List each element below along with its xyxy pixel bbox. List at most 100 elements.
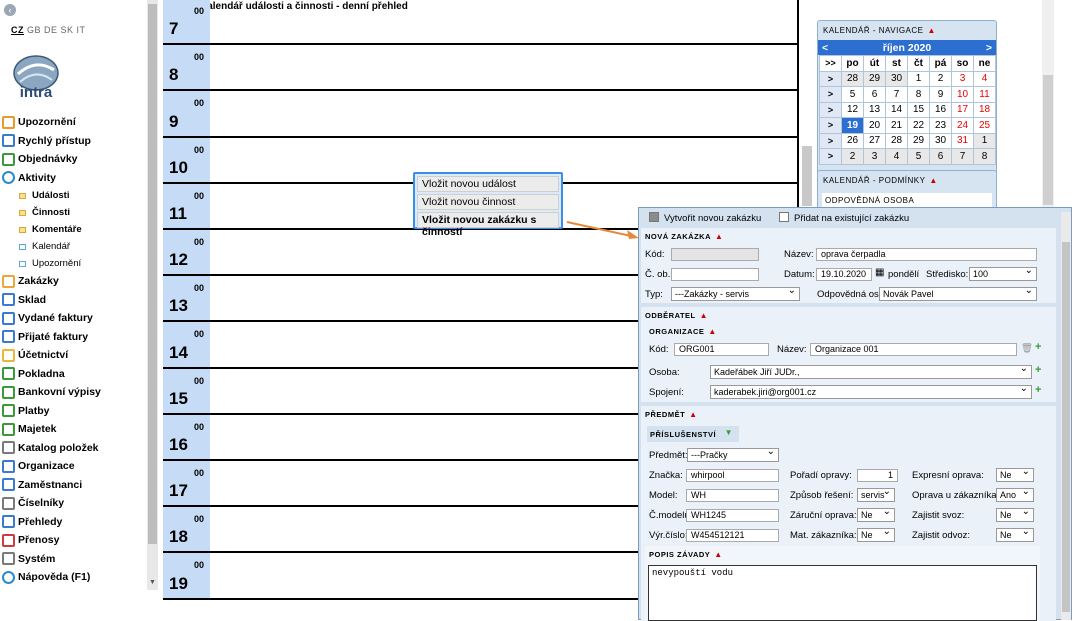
day-cell[interactable]: 22 <box>907 117 930 134</box>
day-view-scrollbar[interactable] <box>802 146 812 206</box>
sidebar-item[interactable]: Přijaté faktury <box>0 328 147 347</box>
zpusob-select[interactable]: servis <box>857 486 895 502</box>
sidebar-item[interactable]: Aktivity <box>0 169 147 188</box>
create-new-checkbox[interactable] <box>649 212 659 223</box>
day-cell[interactable]: 7 <box>951 148 974 165</box>
responsible-person-filter[interactable]: ODPOVĚDNÁ OSOBA <box>822 193 992 207</box>
week-select-button[interactable]: > <box>819 101 842 118</box>
day-cell[interactable]: 30 <box>929 132 952 149</box>
day-cell[interactable]: 15 <box>907 101 930 118</box>
stredisko-select[interactable]: 100 <box>969 265 1037 281</box>
accessories-tab[interactable]: PŘÍSLUŠENSTVÍ ▼ <box>647 426 739 442</box>
kod-input[interactable] <box>671 248 759 261</box>
znacka-input[interactable]: whirpool <box>686 469 779 482</box>
sidebar-item[interactable]: Přehledy <box>0 513 147 532</box>
spojeni-select[interactable]: kaderabek.jiri@org001.cz <box>710 383 1032 399</box>
datum-input[interactable]: 19.10.2020 <box>816 268 872 281</box>
day-cell[interactable]: 10 <box>951 86 974 103</box>
sidebar-item[interactable]: Číselníky <box>0 494 147 513</box>
day-cell[interactable]: 6 <box>929 148 952 165</box>
day-cell[interactable]: 1 <box>973 132 996 149</box>
day-cell[interactable]: 7 <box>885 86 908 103</box>
oprava-zak-select[interactable]: Ano <box>996 486 1034 502</box>
sidebar-scrollbar[interactable]: ▼ <box>147 0 158 590</box>
day-cell[interactable]: 4 <box>885 148 908 165</box>
zarucni-select[interactable]: Ne <box>857 506 895 522</box>
sidebar-item[interactable]: Organizace <box>0 457 147 476</box>
back-icon[interactable]: ‹ <box>4 4 16 16</box>
sidebar-item[interactable]: Objednávky <box>0 150 147 169</box>
day-cell[interactable]: 12 <box>841 101 864 118</box>
sidebar-item[interactable]: Činnosti <box>0 204 147 221</box>
sidebar-item[interactable]: Události <box>0 187 147 204</box>
model-input[interactable]: WH <box>686 489 779 502</box>
sidebar-item[interactable]: Pokladna <box>0 365 147 384</box>
context-menu-item[interactable]: Vložit novou událost <box>417 176 559 192</box>
hour-row[interactable]: 9 00 <box>163 91 799 138</box>
context-menu-item[interactable]: Vložit novou zakázku s činností <box>417 212 559 238</box>
sidebar-item[interactable]: Bankovní výpisy <box>0 383 147 402</box>
org-kod-input[interactable]: ORG001 <box>674 343 769 356</box>
day-cell[interactable]: 8 <box>907 86 930 103</box>
sidebar-item[interactable]: Kalendář <box>0 238 147 255</box>
add-icon[interactable]: + <box>1035 364 1041 376</box>
week-select-button[interactable]: > <box>819 132 842 149</box>
day-cell[interactable]: 1 <box>907 70 930 87</box>
day-cell[interactable]: 5 <box>841 86 864 103</box>
day-cell[interactable]: 13 <box>863 101 886 118</box>
collapse-icon[interactable]: ▲ <box>700 311 708 320</box>
odpovedna-select[interactable]: Novák Pavel <box>879 285 1037 301</box>
sidebar-item[interactable]: Nápověda (F1) <box>0 568 147 587</box>
add-existing-checkbox[interactable] <box>779 212 789 223</box>
day-cell[interactable]: 18 <box>973 101 996 118</box>
week-select-button[interactable]: > <box>819 148 842 165</box>
collapse-icon[interactable]: ▲ <box>715 232 723 241</box>
week-select-button[interactable]: > <box>819 117 842 134</box>
day-cell[interactable]: 24 <box>951 117 974 134</box>
day-cell[interactable]: 9 <box>929 86 952 103</box>
sidebar-item[interactable]: Upozornění <box>0 255 147 272</box>
week-jump[interactable]: >> <box>819 55 842 72</box>
sidebar-item[interactable]: Zakázky <box>0 272 147 291</box>
collapse-icon[interactable]: ▲ <box>708 327 716 336</box>
org-nazev-input[interactable]: Organizace 001 <box>810 343 1017 356</box>
day-cell[interactable]: 27 <box>863 132 886 149</box>
collapse-icon[interactable]: ▲ <box>714 550 722 559</box>
predmet-select[interactable]: ---Pračky <box>687 446 779 462</box>
day-cell[interactable]: 29 <box>863 70 886 87</box>
poradi-input[interactable]: 1 <box>857 469 898 482</box>
day-cell[interactable]: 31 <box>951 132 974 149</box>
sidebar-item[interactable]: Rychlý přístup <box>0 132 147 151</box>
vyrcislo-input[interactable]: W454512121 <box>686 529 779 542</box>
cmodelu-input[interactable]: WH1245 <box>686 509 779 522</box>
collapse-icon[interactable]: ▲ <box>929 176 937 185</box>
day-cell[interactable]: 28 <box>841 70 864 87</box>
sidebar-item[interactable]: Platby <box>0 402 147 421</box>
day-cell[interactable]: 16 <box>929 101 952 118</box>
sidebar-item[interactable]: Přenosy <box>0 531 147 550</box>
day-cell[interactable]: 3 <box>863 148 886 165</box>
hour-row[interactable]: 7 00 <box>163 0 799 46</box>
typ-select[interactable]: ---Zakázky - servis <box>671 285 800 301</box>
cob-input[interactable] <box>671 268 759 281</box>
day-cell[interactable]: 6 <box>863 86 886 103</box>
sidebar-item[interactable]: Sklad <box>0 291 147 310</box>
day-cell[interactable]: 30 <box>885 70 908 87</box>
prev-month-button[interactable]: < <box>822 42 828 54</box>
day-cell[interactable]: 29 <box>907 132 930 149</box>
add-icon[interactable]: + <box>1035 341 1041 353</box>
collapse-icon[interactable]: ▲ <box>927 26 935 35</box>
odvoz-select[interactable]: Ne <box>996 526 1034 542</box>
collapse-icon[interactable]: ▲ <box>689 410 697 419</box>
hour-row[interactable]: 8 00 <box>163 45 799 92</box>
sidebar-item[interactable]: Vydané faktury <box>0 309 147 328</box>
svoz-select[interactable]: Ne <box>996 506 1034 522</box>
day-cell[interactable]: 5 <box>907 148 930 165</box>
week-select-button[interactable]: > <box>819 86 842 103</box>
lang-active[interactable]: CZ <box>11 25 24 35</box>
sidebar-item[interactable]: Systém <box>0 550 147 569</box>
day-cell[interactable]: 4 <box>973 70 996 87</box>
nazev-input[interactable]: oprava čerpadla <box>816 248 1037 261</box>
sidebar-item[interactable]: Zaměstnanci <box>0 476 147 495</box>
day-cell[interactable]: 2 <box>929 70 952 87</box>
